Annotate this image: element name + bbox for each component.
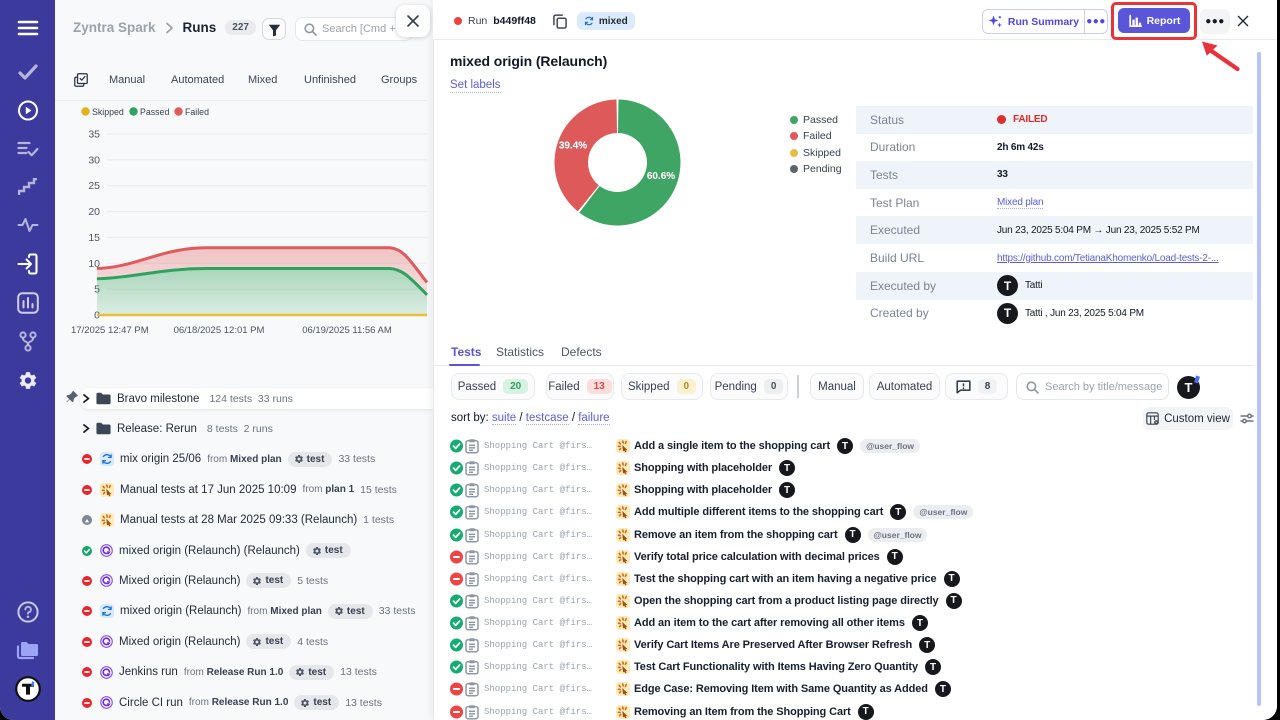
svg-text:Failed: Failed	[185, 107, 209, 117]
svg-text:17/2025 12:47 PM: 17/2025 12:47 PM	[71, 325, 149, 336]
svg-text:Skipped: Skipped	[92, 107, 124, 117]
svg-text:60.6%: 60.6%	[647, 171, 675, 182]
svg-text:06/18/2025 12:01 PM: 06/18/2025 12:01 PM	[174, 325, 265, 336]
svg-text:35: 35	[88, 129, 100, 141]
svg-text:30: 30	[88, 154, 100, 166]
svg-text:25: 25	[88, 180, 100, 192]
svg-text:15: 15	[88, 232, 100, 244]
svg-text:06/19/2025 11:56 AM: 06/19/2025 11:56 AM	[302, 325, 392, 336]
svg-text:20: 20	[88, 206, 100, 218]
svg-text:39.4%: 39.4%	[559, 141, 587, 152]
svg-text:Passed: Passed	[140, 107, 169, 117]
